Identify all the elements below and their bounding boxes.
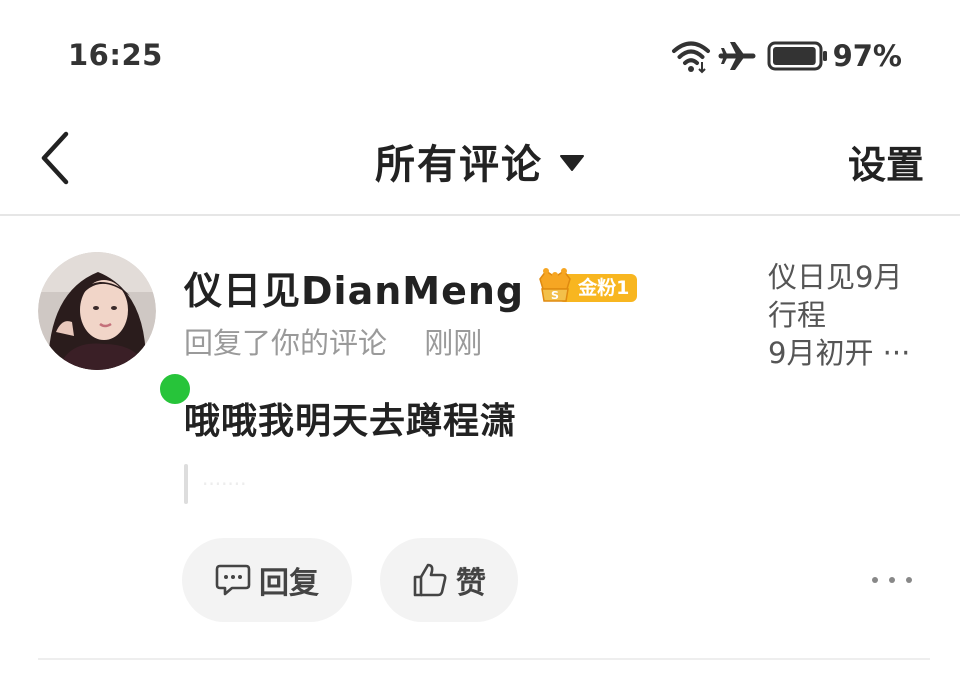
nav-bar: 所有评论 设置 — [0, 110, 960, 216]
avatar[interactable] — [38, 252, 194, 408]
fan-level-badge: 金粉1 S — [536, 267, 638, 305]
quoted-comment-text: ······· — [202, 472, 247, 496]
reply-label: 回复 — [259, 566, 319, 601]
referenced-post-line: 行程 — [768, 298, 827, 332]
wifi-icon — [671, 41, 710, 74]
username-row: 仪日见DianMeng 金粉1 S — [184, 260, 638, 315]
settings-button[interactable]: 设置 — [848, 134, 924, 189]
thumbs-up-icon — [413, 563, 447, 597]
comment-card: 仪日见DianMeng 金粉1 S 回复了你的评论 刚刚 哦哦我明天去蹲程潇 ·… — [0, 216, 960, 660]
page-title: 所有评论 — [375, 142, 543, 188]
referenced-post-line: 仪日见9月 — [768, 260, 903, 294]
triangle-down-icon — [560, 155, 584, 171]
comment-filter-dropdown[interactable]: 所有评论 — [0, 132, 960, 190]
status-bar: 16:25 97% — [0, 0, 960, 110]
comment-text: 哦哦我明天去蹲程潇 — [184, 401, 518, 442]
more-dot — [906, 577, 912, 583]
more-dot — [872, 577, 878, 583]
status-icons: 97% — [671, 36, 902, 76]
avatar-image — [38, 252, 156, 370]
quote-bar — [184, 464, 188, 504]
reply-button[interactable]: 回复 — [182, 538, 352, 622]
more-dot — [889, 577, 895, 583]
crown-icon: S — [539, 267, 571, 302]
referenced-post-line: 9月初开 ··· — [768, 336, 911, 370]
more-options-button[interactable] — [872, 566, 912, 594]
airplane-icon — [718, 42, 756, 70]
comment-bubble-icon — [215, 564, 251, 596]
username[interactable]: 仪日见DianMeng — [184, 260, 524, 315]
svg-text:S: S — [551, 289, 559, 302]
divider — [38, 658, 930, 660]
battery-icon — [767, 41, 827, 71]
like-button[interactable]: 赞 — [380, 538, 518, 622]
referenced-post[interactable]: 仪日见9月 行程 9月初开 ··· — [768, 258, 918, 372]
quoted-comment[interactable]: ······· — [184, 464, 247, 504]
comment-meta: 回复了你的评论 刚刚 — [184, 320, 482, 362]
comment-action-text: 回复了你的评论 — [184, 326, 388, 360]
like-label: 赞 — [456, 566, 486, 601]
battery-percent: 97% — [832, 39, 902, 73]
status-time: 16:25 — [68, 38, 163, 72]
comment-time: 刚刚 — [424, 326, 483, 360]
